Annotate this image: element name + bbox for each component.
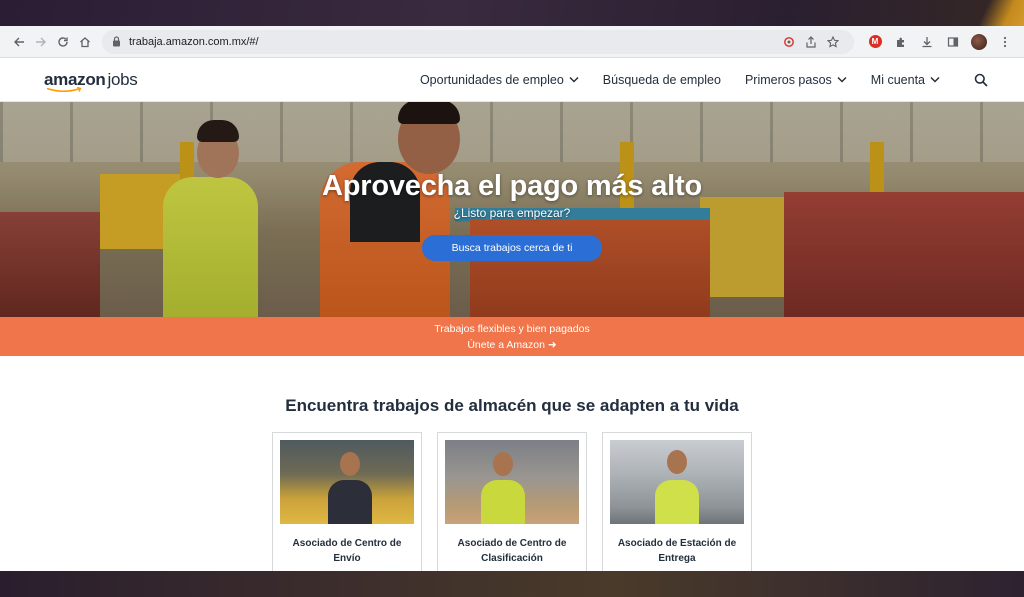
job-card-label: Asociado de Centro de Envío: [292, 538, 402, 564]
browser-toolbar: trabaja.amazon.com.mx/#/ M: [0, 26, 1024, 58]
join-amazon-link[interactable]: Únete a Amazon ➜: [0, 339, 1024, 351]
job-card-image: [280, 440, 414, 524]
chevron-down-icon: [569, 76, 579, 83]
nav-busqueda[interactable]: Búsqueda de empleo: [603, 73, 721, 87]
chevron-down-icon: [930, 76, 940, 83]
url-text[interactable]: trabaja.amazon.com.mx/#/: [129, 36, 259, 48]
nav-oportunidades[interactable]: Oportunidades de empleo: [420, 73, 579, 87]
nav-primeros-pasos[interactable]: Primeros pasos: [745, 73, 847, 87]
promo-band: Trabajos flexibles y bien pagados Únete …: [0, 317, 1024, 356]
hero-title: Aprovecha el pago más alto: [322, 170, 702, 202]
job-card-image: [610, 440, 744, 524]
browser-window: trabaja.amazon.com.mx/#/ M amazon jobs O…: [0, 26, 1024, 571]
lock-icon[interactable]: [112, 36, 121, 47]
amazon-smile-icon: [46, 86, 82, 92]
section-title: Encuentra trabajos de almacén que se ada…: [285, 396, 739, 415]
share-icon[interactable]: [800, 33, 822, 51]
job-cards: Asociado de Centro de Envío Asociado de …: [0, 432, 1024, 571]
back-button[interactable]: [8, 31, 30, 53]
hero-subtitle: ¿Listo para empezar?: [453, 206, 571, 220]
job-card-entrega[interactable]: Asociado de Estación de Entrega: [602, 432, 752, 571]
extension-red-icon[interactable]: M: [864, 31, 886, 53]
desktop-bottom-strip: [0, 571, 1024, 597]
logo-jobs-text: jobs: [107, 69, 138, 89]
bookmark-star-icon[interactable]: [822, 33, 844, 51]
arrow-left-icon: [14, 37, 24, 46]
address-bar[interactable]: trabaja.amazon.com.mx/#/: [102, 29, 854, 54]
job-card-envio[interactable]: Asociado de Centro de Envío: [272, 432, 422, 571]
find-jobs-near-you-button[interactable]: Busca trabajos cerca de ti: [421, 235, 603, 261]
arrow-right-icon: [36, 37, 46, 46]
job-card-label: Asociado de Centro de Clasificación: [457, 538, 567, 564]
promo-text: Trabajos flexibles y bien pagados: [434, 322, 590, 335]
amazon-jobs-logo[interactable]: amazon jobs: [44, 69, 138, 92]
hero-banner: Aprovecha el pago más alto ¿Listo para e…: [0, 102, 1024, 317]
search-icon: [974, 73, 988, 87]
site-search-button[interactable]: [974, 73, 988, 87]
home-icon: [80, 36, 90, 47]
reload-icon: [58, 36, 68, 47]
home-button[interactable]: [74, 31, 96, 53]
profile-avatar[interactable]: [968, 31, 990, 53]
hero-content: Aprovecha el pago más alto ¿Listo para e…: [0, 170, 1024, 261]
site-header: amazon jobs Oportunidades de empleo Búsq…: [0, 58, 1024, 102]
chevron-down-icon: [837, 76, 847, 83]
main-nav: Oportunidades de empleo Búsqueda de empl…: [420, 73, 988, 87]
download-icon[interactable]: [916, 31, 938, 53]
job-card-image: [445, 440, 579, 524]
side-panel-icon[interactable]: [942, 31, 964, 53]
job-card-clasificacion[interactable]: Asociado de Centro de Clasificación: [437, 432, 587, 571]
forward-button[interactable]: [30, 31, 52, 53]
puzzle-extensions-icon[interactable]: [890, 31, 912, 53]
reload-button[interactable]: [52, 31, 74, 53]
nav-mi-cuenta[interactable]: Mi cuenta: [871, 73, 940, 87]
job-card-label: Asociado de Estación de Entrega: [617, 538, 737, 564]
kebab-menu-icon[interactable]: [994, 31, 1016, 53]
google-lens-icon[interactable]: [778, 33, 800, 51]
